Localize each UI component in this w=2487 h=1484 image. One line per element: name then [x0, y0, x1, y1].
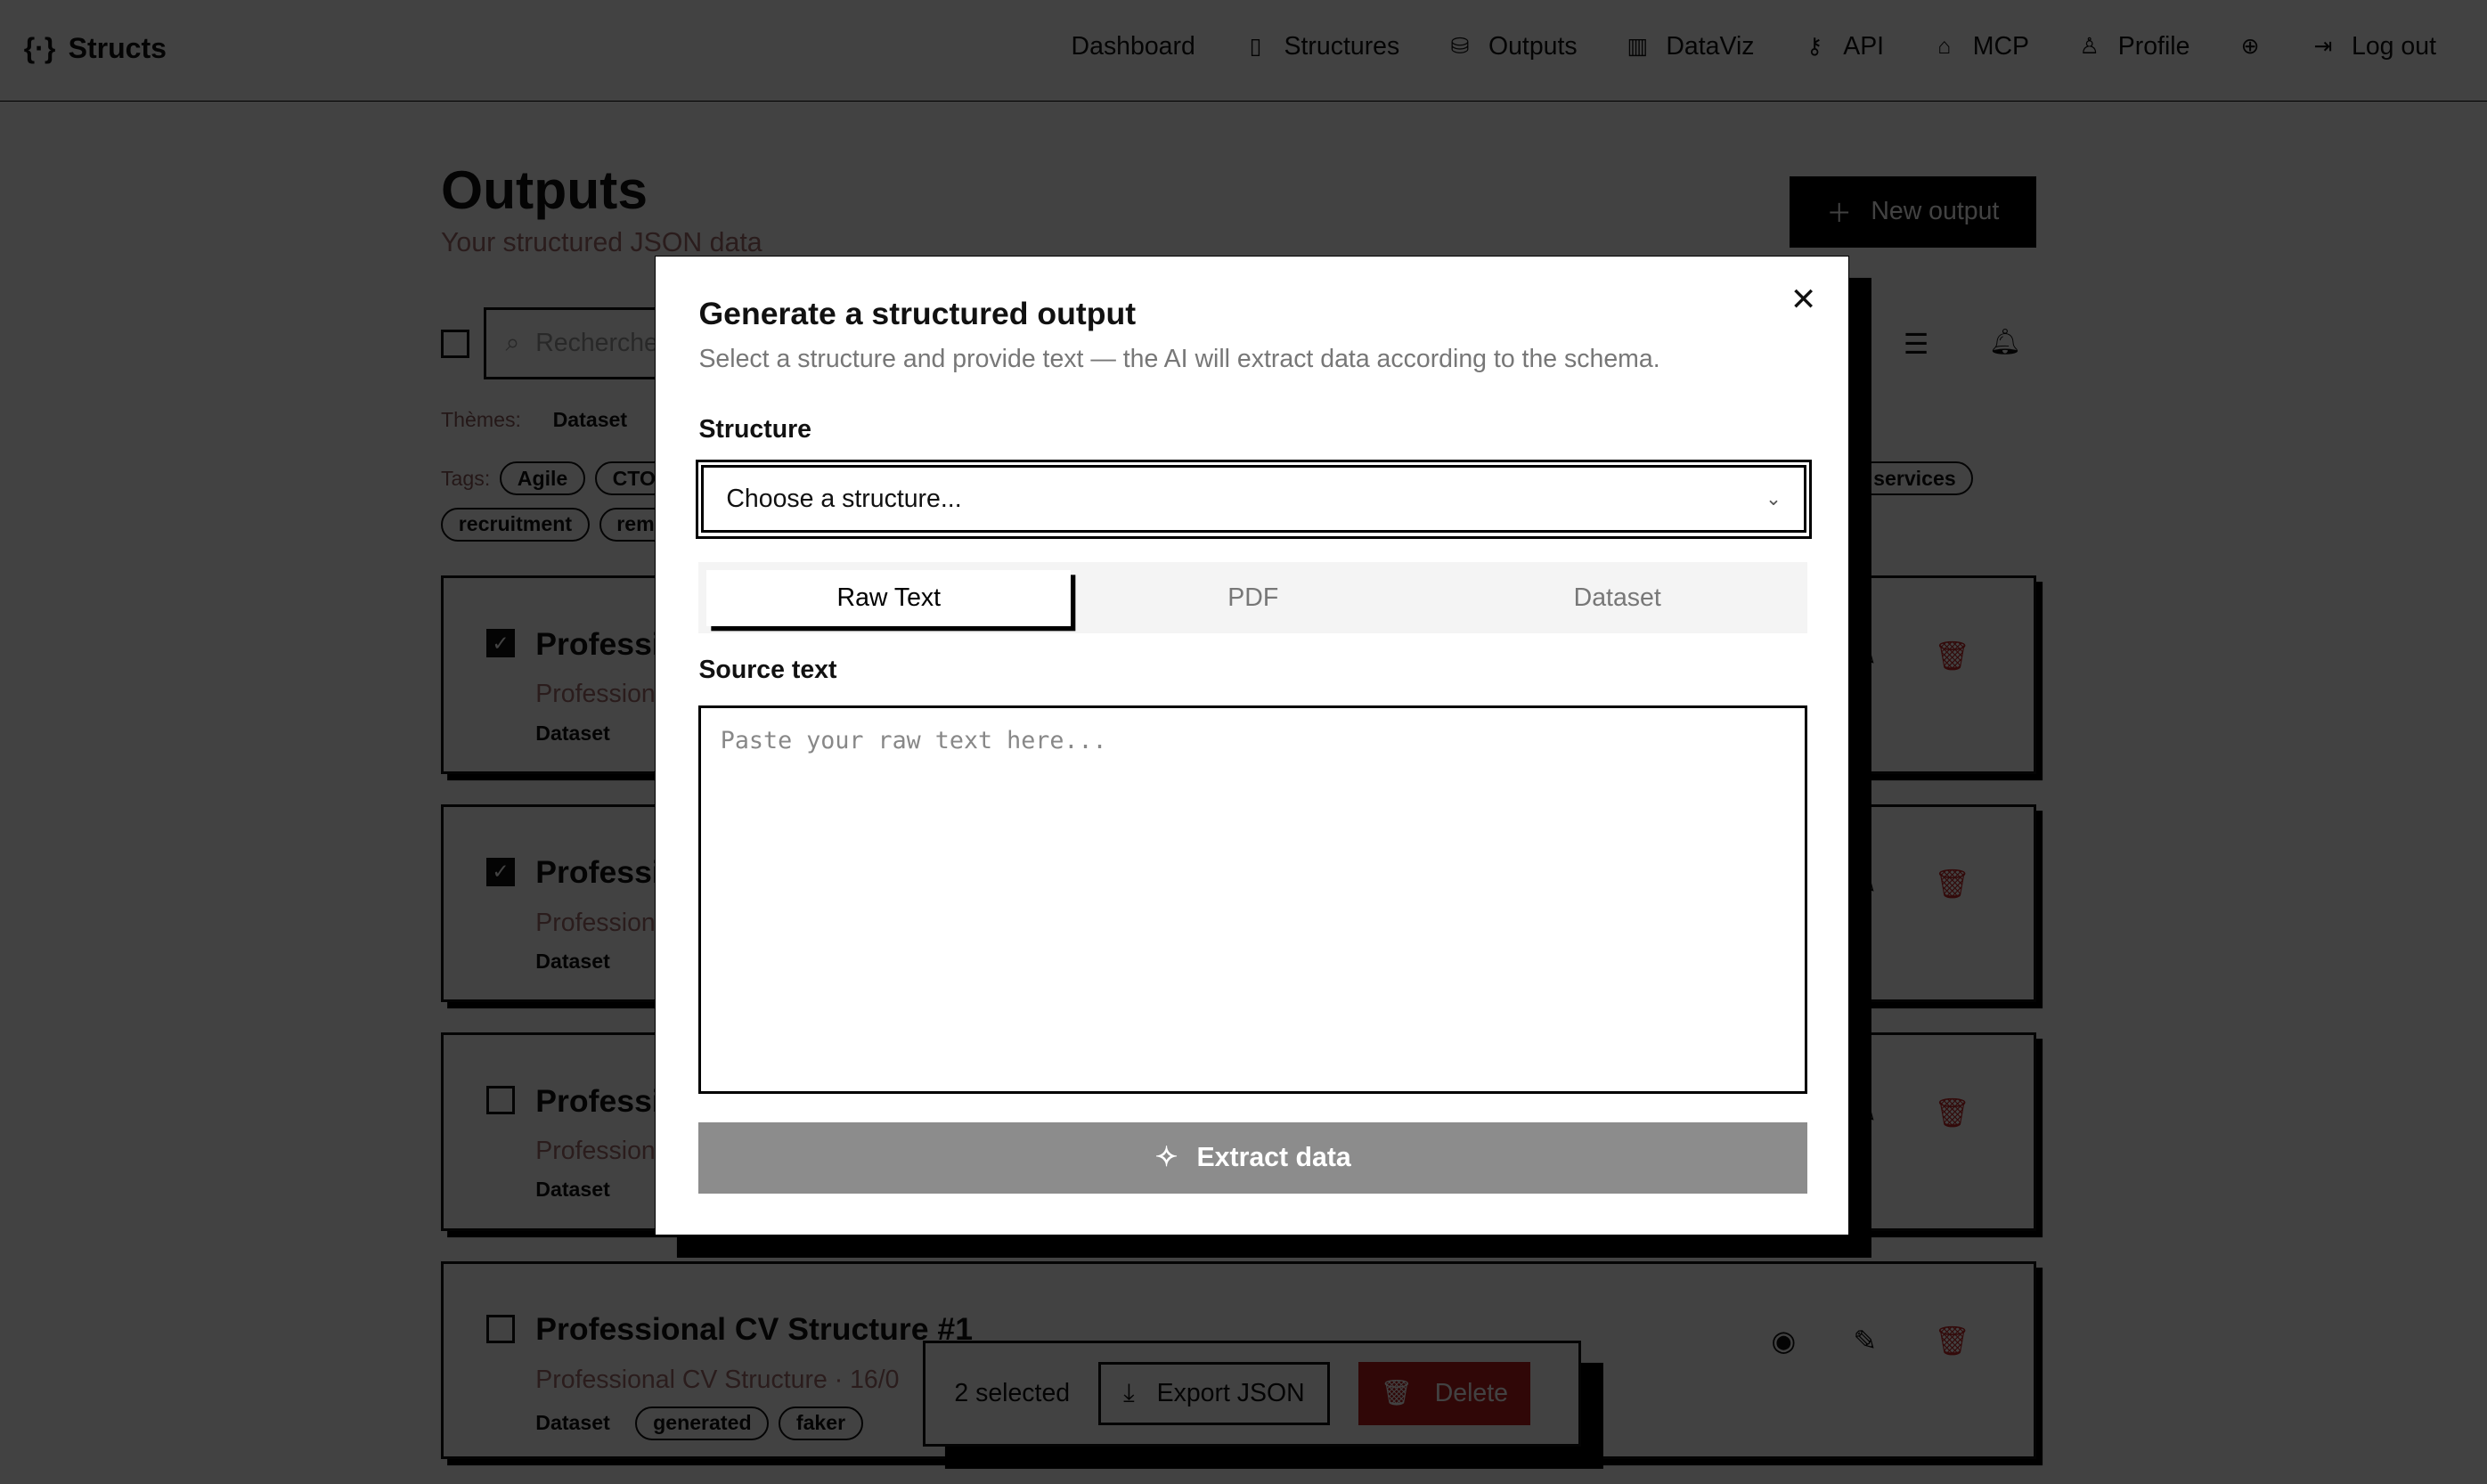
tag: Dataset: [535, 1178, 610, 1202]
tag: Dataset: [535, 722, 610, 746]
nav-icon: ▯: [1243, 33, 1268, 60]
structure-label: Structure: [698, 415, 811, 444]
nav-icon: ♙: [2076, 33, 2101, 60]
nav-item-language[interactable]: ⊕: [2238, 33, 2263, 60]
page-subtitle: Your structured JSON data: [441, 228, 762, 258]
delete-button[interactable]: 🗑︎Delete: [1358, 1362, 1530, 1425]
card-tags: Dataset: [535, 722, 625, 746]
pencil-icon[interactable]: ✎: [1853, 867, 1877, 901]
pencil-icon[interactable]: ✎: [1853, 1324, 1877, 1358]
source-text-input[interactable]: Paste your raw text here...: [698, 705, 1807, 1094]
trash-icon[interactable]: 🗑︎: [1934, 1096, 1970, 1129]
nav-icon: ⇥: [2311, 33, 2336, 60]
tag: Dataset: [535, 1411, 610, 1435]
nav-item-api[interactable]: ⚷API: [1802, 32, 1884, 61]
eye-icon[interactable]: ◉: [1771, 1324, 1796, 1358]
pencil-icon[interactable]: ✎: [1853, 639, 1877, 673]
card-subtitle: Professional CV Structure · 16/0: [535, 1366, 899, 1395]
row-checkbox[interactable]: ✓: [486, 629, 515, 657]
nav-item-structures[interactable]: ▯Structures: [1243, 32, 1399, 61]
card-tags: Dataset generated faker: [535, 1407, 863, 1440]
source-tabs: Raw Text PDF Dataset: [698, 562, 1807, 633]
themes-filter: Thèmes: Dataset: [441, 408, 627, 432]
close-icon[interactable]: ✕: [1790, 281, 1817, 318]
tab-pdf[interactable]: PDF: [1071, 570, 1435, 625]
row-checkbox[interactable]: [486, 1086, 515, 1114]
tag: Dataset: [535, 950, 610, 974]
nav-icon: ▥: [1625, 33, 1650, 60]
bell-icon[interactable]: 🔔︎: [1989, 327, 2021, 357]
tag: generated: [635, 1407, 769, 1440]
chevron-down-icon: ⌄: [1765, 488, 1782, 510]
tag: faker: [779, 1407, 863, 1440]
theme-dataset[interactable]: Dataset: [553, 408, 628, 432]
tab-raw-text[interactable]: Raw Text: [706, 570, 1071, 625]
logo[interactable]: {·}Structs: [24, 32, 167, 65]
sparkle-icon: ✧: [1155, 1142, 1178, 1173]
trash-icon[interactable]: 🗑︎: [1934, 867, 1970, 901]
card-tags: Dataset: [535, 1178, 625, 1202]
nav-item-log-out[interactable]: ⇥Log out: [2311, 32, 2436, 61]
trash-icon[interactable]: 🗑︎: [1934, 639, 1970, 673]
trash-icon: 🗑︎: [1381, 1378, 1413, 1408]
search-icon: ⌕: [505, 329, 519, 358]
row-checkbox[interactable]: ✓: [486, 858, 515, 886]
pencil-icon[interactable]: ✎: [1853, 1096, 1877, 1129]
card-title: Professional CV Structure #1: [535, 1311, 973, 1348]
row-checkbox[interactable]: [486, 1315, 515, 1343]
nav-icon: ⊕: [2238, 33, 2263, 60]
list-view-icon[interactable]: ☰: [1904, 327, 1929, 361]
generate-output-modal: ✕ Generate a structured output Select a …: [655, 256, 1849, 1235]
tag-pill[interactable]: recruitment: [441, 508, 590, 542]
trash-icon[interactable]: 🗑︎: [1934, 1324, 1970, 1358]
plus-icon: ＋: [1826, 193, 1851, 230]
download-icon: ⤓: [1123, 1379, 1135, 1408]
modal-title: Generate a structured output: [698, 296, 1136, 332]
card-tags: Dataset: [535, 950, 625, 974]
modal-description: Select a structure and provide text — th…: [698, 345, 1659, 374]
nav-menu: Dashboard ▯Structures ⛁Outputs ▥DataViz ⚷API…: [1072, 32, 2436, 61]
export-json-button[interactable]: ⤓Export JSON: [1098, 1362, 1329, 1425]
nav-item-mcp[interactable]: ⌂MCP: [1932, 32, 2030, 61]
extract-data-button[interactable]: ✧Extract data: [698, 1122, 1807, 1194]
select-all-checkbox[interactable]: [441, 330, 469, 358]
nav-icon: ⚷: [1802, 33, 1827, 60]
page-title: Outputs: [441, 159, 648, 221]
top-nav: {·}Structs Dashboard ▯Structures ⛁Outputs ▥…: [0, 0, 2487, 102]
tag-pill[interactable]: Agile: [500, 461, 585, 495]
tag-pill[interactable]: services: [1855, 461, 1973, 495]
bulk-action-bar: 2 selected ⤓Export JSON 🗑︎Delete: [923, 1341, 1581, 1447]
source-text-label: Source text: [698, 656, 836, 685]
nav-item-outputs[interactable]: ⛁Outputs: [1447, 32, 1578, 61]
nav-item-dataviz[interactable]: ▥DataViz: [1625, 32, 1754, 61]
nav-item-dashboard[interactable]: Dashboard: [1072, 32, 1195, 61]
braces-icon: {·}: [24, 32, 56, 65]
tags-filter: Tags: Agile CTO: [441, 461, 673, 495]
structure-select[interactable]: Choose a structure...⌄: [696, 460, 1813, 539]
tab-dataset[interactable]: Dataset: [1435, 570, 1799, 625]
nav-icon: ⛁: [1447, 33, 1472, 60]
nav-item-profile[interactable]: ♙Profile: [2076, 32, 2189, 61]
nav-icon: ⌂: [1932, 34, 1957, 60]
new-output-button[interactable]: ＋New output: [1790, 176, 2037, 248]
